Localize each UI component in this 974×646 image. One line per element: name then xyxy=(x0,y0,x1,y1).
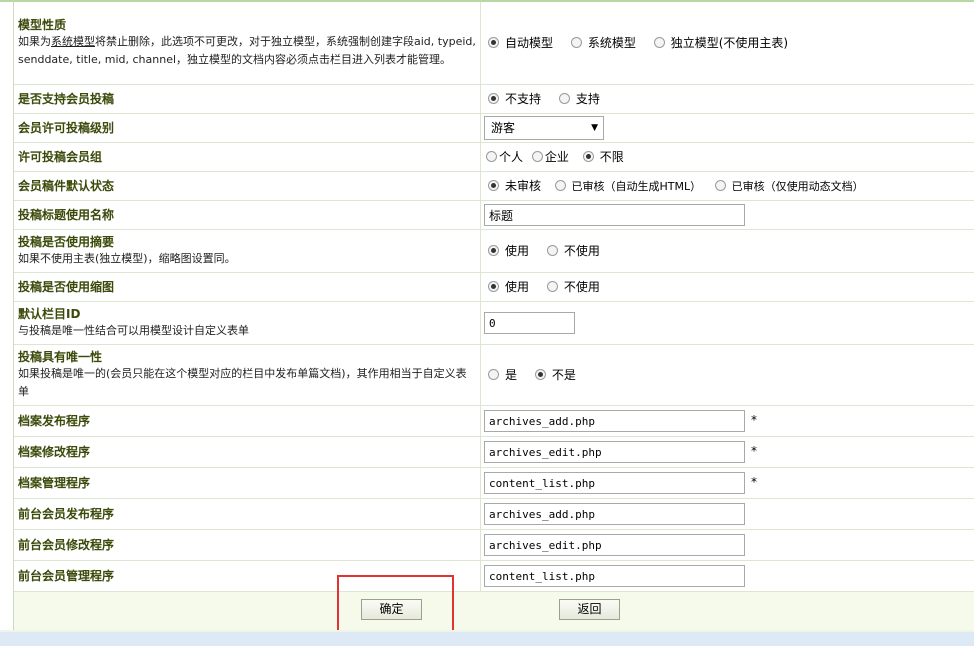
radio-summary-use[interactable] xyxy=(488,245,499,256)
model-type-options: 自动模型 系统模型 独立模型(不使用主表) xyxy=(480,2,974,85)
row-m-edit-prog: 前台会员修改程序 archives_edit.php xyxy=(14,529,974,561)
row-member-submit: 是否支持会员投稿 不支持 支持 xyxy=(14,84,974,114)
row-m-add-prog: 前台会员发布程序 archives_add.php xyxy=(14,498,974,530)
manage-prog-label: 档案管理程序 xyxy=(18,476,91,490)
bottom-bar xyxy=(0,632,974,646)
radio-summary-nouse[interactable] xyxy=(546,245,558,256)
default-col-desc: 与投稿是唯一性结合可以用模型设计自定义表单 xyxy=(18,324,249,337)
default-col-label: 默认栏目ID xyxy=(18,307,81,321)
radio-personal[interactable] xyxy=(486,151,497,162)
unique-desc: 如果投稿是唯一的(会员只能在这个模型对应的栏目中发布单篇文档)，其作用相当于自定… xyxy=(18,367,467,398)
manage-prog-input[interactable]: content_list.php xyxy=(484,471,745,494)
row-title-name: 投稿标题使用名称 标题 xyxy=(14,200,974,230)
radio-unique-yes[interactable] xyxy=(488,369,499,380)
radio-enterprise[interactable] xyxy=(531,151,543,162)
add-prog-label: 档案发布程序 xyxy=(18,414,91,428)
edit-prog-label: 档案修改程序 xyxy=(18,445,91,459)
row-edit-prog: 档案修改程序 archives_edit.php * xyxy=(14,436,974,468)
default-status-label: 会员稿件默认状态 xyxy=(18,179,115,193)
row-submit-group: 许可投稿会员组 个人 企业 不限 xyxy=(14,142,974,172)
row-use-summary: 投稿是否使用摘要 如果不使用主表(独立模型)，缩略图设置同。 使用 不使用 xyxy=(14,229,974,273)
radio-auto-model[interactable] xyxy=(488,37,499,49)
back-button[interactable]: 返回 xyxy=(559,599,620,620)
highlight-box xyxy=(337,575,454,632)
title-name-input[interactable]: 标题 xyxy=(484,203,745,226)
edit-prog-input[interactable]: archives_edit.php xyxy=(484,440,745,463)
required-mark: * xyxy=(751,444,757,458)
row-unique: 投稿具有唯一性 如果投稿是唯一的(会员只能在这个模型对应的栏目中发布单篇文档)，… xyxy=(14,344,974,406)
radio-thumb-use[interactable] xyxy=(488,281,499,292)
model-type-label: 模型性质 xyxy=(18,18,67,33)
use-summary-desc: 如果不使用主表(独立模型)，缩略图设置同。 xyxy=(18,252,236,265)
default-col-input[interactable]: 0 xyxy=(484,311,575,334)
form-container: 模型性质 如果为系统模型将禁止删除，此选项不可更改，对于独立模型，系统强制创建字… xyxy=(13,2,974,630)
m-edit-prog-label: 前台会员修改程序 xyxy=(18,538,115,552)
use-summary-label: 投稿是否使用摘要 xyxy=(18,235,115,249)
row-model-type: 模型性质 如果为系统模型将禁止删除，此选项不可更改，对于独立模型，系统强制创建字… xyxy=(14,2,974,85)
title-name-label: 投稿标题使用名称 xyxy=(18,208,115,222)
required-mark: * xyxy=(751,413,757,427)
add-prog-input[interactable]: archives_add.php xyxy=(484,409,745,432)
row-default-col: 默认栏目ID 与投稿是唯一性结合可以用模型设计自定义表单 0 xyxy=(14,301,974,345)
chevron-down-icon: ▼ xyxy=(591,122,598,133)
use-thumb-label: 投稿是否使用缩图 xyxy=(18,280,115,294)
radio-independent-model[interactable] xyxy=(653,37,665,49)
radio-support[interactable] xyxy=(558,93,570,104)
row-submit-level: 会员许可投稿级别 游客 ▼ xyxy=(14,113,974,143)
system-model-link[interactable]: 系统模型 xyxy=(51,35,95,48)
radio-unique-no[interactable] xyxy=(534,369,546,380)
row-add-prog: 档案发布程序 archives_add.php * xyxy=(14,405,974,437)
m-manage-prog-input[interactable]: content_list.php xyxy=(484,564,745,587)
submit-group-label: 许可投稿会员组 xyxy=(18,150,103,164)
form-footer: 确定 返回 xyxy=(14,592,974,630)
member-submit-label: 是否支持会员投稿 xyxy=(18,92,115,106)
radio-system-model[interactable] xyxy=(570,37,582,49)
settings-table: 模型性质 如果为系统模型将禁止删除，此选项不可更改，对于独立模型，系统强制创建字… xyxy=(14,2,974,592)
unique-label: 投稿具有唯一性 xyxy=(18,350,103,364)
m-add-prog-label: 前台会员发布程序 xyxy=(18,507,115,521)
submit-level-label: 会员许可投稿级别 xyxy=(18,121,115,135)
m-edit-prog-input[interactable]: archives_edit.php xyxy=(484,533,745,556)
model-type-desc: 如果为系统模型将禁止删除，此选项不可更改，对于独立模型，系统强制创建字段aid,… xyxy=(18,35,476,67)
radio-no-support[interactable] xyxy=(488,93,499,104)
radio-reviewed-html[interactable] xyxy=(554,180,566,191)
radio-unreviewed[interactable] xyxy=(488,180,499,191)
m-manage-prog-label: 前台会员管理程序 xyxy=(18,569,115,583)
m-add-prog-input[interactable]: archives_add.php xyxy=(484,502,745,525)
row-default-status: 会员稿件默认状态 未审核 已审核（自动生成HTML） 已审核（仅使用动态文档） xyxy=(14,171,974,201)
radio-reviewed-dynamic[interactable] xyxy=(714,180,726,191)
radio-thumb-nouse[interactable] xyxy=(546,281,558,292)
radio-unlimited[interactable] xyxy=(582,151,594,162)
submit-level-select[interactable]: 游客 ▼ xyxy=(484,115,604,140)
row-use-thumb: 投稿是否使用缩图 使用 不使用 xyxy=(14,272,974,302)
required-mark: * xyxy=(751,475,757,489)
row-manage-prog: 档案管理程序 content_list.php * xyxy=(14,467,974,499)
row-m-manage-prog: 前台会员管理程序 content_list.php xyxy=(14,560,974,592)
